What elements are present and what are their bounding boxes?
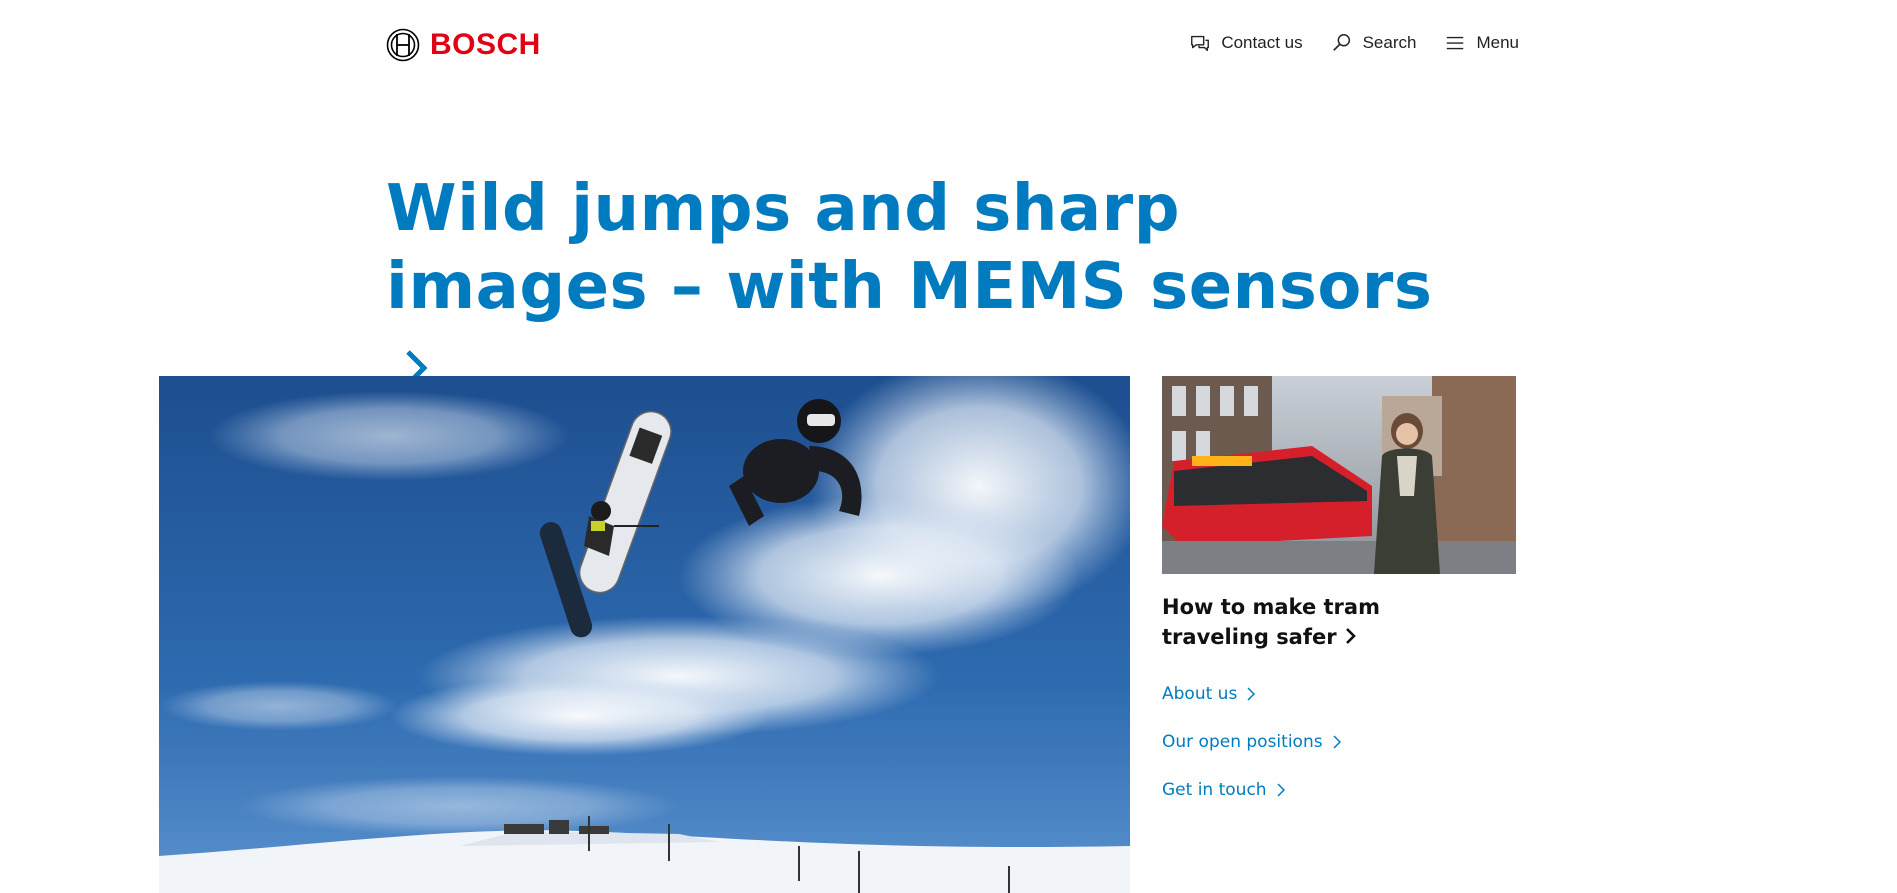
snowboard-jump-image xyxy=(159,376,1130,893)
tram-story-image[interactable] xyxy=(1162,376,1516,574)
nav-menu[interactable]: Menu xyxy=(1444,32,1519,54)
nav-contact-label: Contact us xyxy=(1221,33,1303,52)
link-open-positions-label: Our open positions xyxy=(1162,732,1323,752)
link-about-us[interactable]: About us xyxy=(1162,682,1516,706)
side-column: How to make tram traveling safer About u… xyxy=(1162,376,1516,826)
nav-search-label: Search xyxy=(1362,33,1417,52)
hero-headline-link[interactable]: Wild jumps and sharp images – with MEMS … xyxy=(386,170,1446,404)
hamburger-icon xyxy=(1447,36,1464,50)
bosch-armature-icon xyxy=(386,28,420,62)
tram-story-title[interactable]: How to make tram traveling safer xyxy=(1162,592,1482,652)
hero-headline-text: Wild jumps and sharp images – with MEMS … xyxy=(386,172,1433,324)
link-open-positions[interactable]: Our open positions xyxy=(1162,730,1516,754)
chevron-right-icon xyxy=(1345,628,1356,644)
nav-menu-label: Menu xyxy=(1476,33,1519,52)
link-about-us-label: About us xyxy=(1162,684,1238,704)
quick-links: About us Our open positions Get in touch xyxy=(1162,682,1516,802)
bosch-logo[interactable]: BOSCH xyxy=(386,28,541,62)
link-get-in-touch-label: Get in touch xyxy=(1162,780,1267,800)
link-get-in-touch[interactable]: Get in touch xyxy=(1162,778,1516,802)
hero-image[interactable] xyxy=(159,376,1130,893)
brand-name: BOSCH xyxy=(430,28,541,61)
top-nav: Contact us Search Menu xyxy=(1189,32,1519,54)
chat-icon xyxy=(1191,35,1210,52)
site-header: BOSCH Contact us Search Menu xyxy=(0,0,1897,92)
search-icon xyxy=(1332,34,1350,51)
chevron-right-icon xyxy=(1333,735,1341,749)
chevron-right-icon xyxy=(1277,783,1285,797)
nav-search[interactable]: Search xyxy=(1331,32,1417,54)
nav-contact-us[interactable]: Contact us xyxy=(1189,32,1303,54)
chevron-right-icon xyxy=(1247,687,1256,701)
